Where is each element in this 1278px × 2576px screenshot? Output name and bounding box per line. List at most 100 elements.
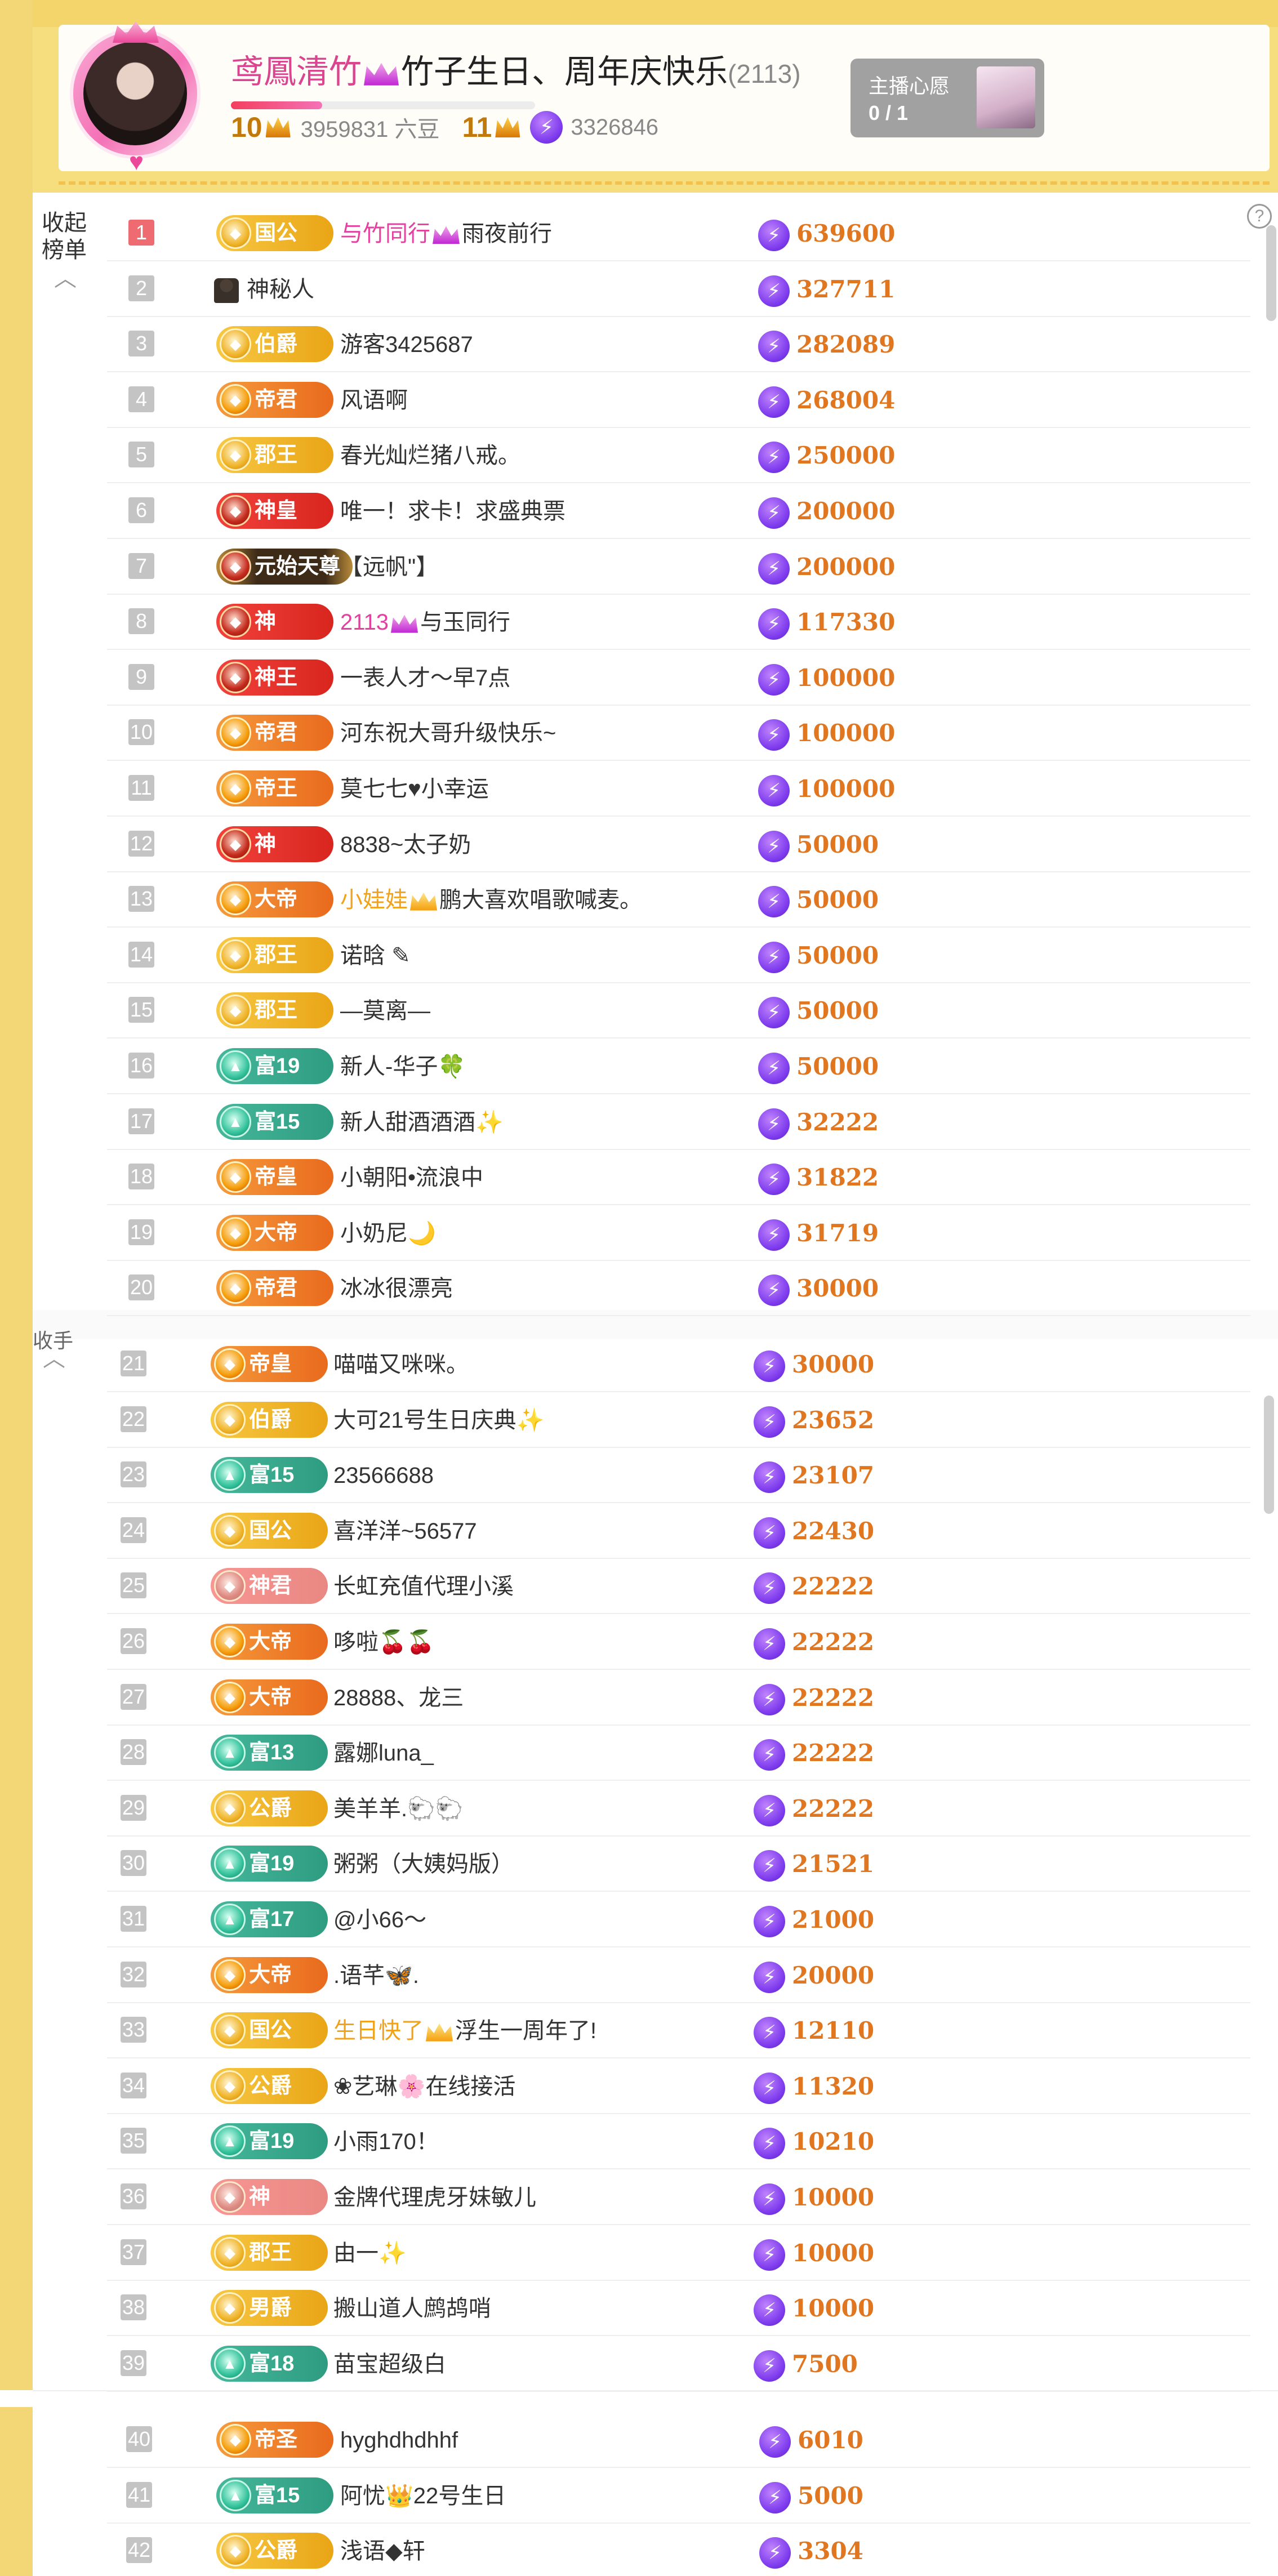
noble-badge[interactable]: ◆ 帝王 <box>216 770 333 806</box>
noble-badge[interactable]: ◆ 神皇 <box>216 493 333 529</box>
ranking-row[interactable]: 42 ◆ 公爵 浅语◆轩 ⚡ 3304 <box>107 2524 1250 2576</box>
noble-badge[interactable]: ◆ 神 <box>211 2179 328 2215</box>
ranking-row[interactable]: 23 ▲ 富15 23566688 ⚡ 23107 <box>107 1448 1250 1504</box>
ranking-row[interactable]: 36 ◆ 神金牌代理虎牙妹敏儿 ⚡ 10000 <box>107 2170 1250 2225</box>
noble-badge[interactable]: ◆ 男爵 <box>211 2290 328 2327</box>
noble-badge[interactable]: ◆ 国公 <box>216 215 333 251</box>
user-name[interactable]: 喜洋洋~56577 <box>333 1504 477 1559</box>
ranking-row[interactable]: 37 ◆ 郡王 由一✨ ⚡ 10000 <box>107 2226 1250 2281</box>
ranking-row[interactable]: 41 ▲ 富15 阿忧👑22号生日 ⚡ 5000 <box>107 2468 1250 2524</box>
user-name[interactable]: hyghdhdhhf <box>340 2413 458 2468</box>
noble-badge[interactable]: ◆ 大帝 <box>216 1214 333 1251</box>
user-name[interactable]: 与竹同行 雨夜前行 <box>340 206 552 261</box>
user-name[interactable]: 生日快了 浮生一周年了! <box>333 2003 596 2058</box>
user-name[interactable]: 【远帆"】 <box>340 540 438 595</box>
user-name[interactable]: 23566688 <box>333 1448 434 1503</box>
noble-badge[interactable]: ▲ 富15 <box>216 1103 333 1140</box>
noble-badge[interactable]: ◆ 伯爵 <box>211 1401 328 1438</box>
user-name[interactable]: 新人-华子🍀 <box>340 1039 466 1094</box>
noble-badge[interactable]: ◆ 国公 <box>211 2012 328 2049</box>
ranking-row[interactable]: 9 ◆ 神王 一表人才～早7点 ⚡ 100000 <box>107 650 1250 706</box>
ranking-row[interactable]: 29 ◆ 公爵 美羊羊.🐑🐑 ⚡ 22222 <box>107 1781 1250 1837</box>
ranking-row[interactable]: 4 ◆ 帝君 风语啊 ⚡ 268004 <box>107 373 1250 428</box>
user-name[interactable]: 小奶尼🌙 <box>340 1206 436 1261</box>
noble-badge[interactable]: ◆ 公爵 <box>211 1790 328 1826</box>
noble-badge[interactable]: ◆ 神王 <box>216 659 333 696</box>
user-name[interactable]: 美羊羊.🐑🐑 <box>333 1781 464 1837</box>
user-name[interactable]: 长虹充值代理小溪 <box>333 1559 514 1614</box>
user-name[interactable]: 唯一！求卡！求盛典票 <box>340 484 565 539</box>
user-name[interactable]: 春光灿烂猪八戒。 <box>340 428 520 483</box>
noble-badge[interactable]: ▲ 富19 <box>216 1048 333 1084</box>
ranking-row[interactable]: 1 ◆ 国公 与竹同行 雨夜前行 ⚡ 639600 <box>107 206 1250 261</box>
noble-badge[interactable]: ◆ 元始天尊 <box>216 548 353 585</box>
ranking-row[interactable]: 39 ▲ 富18 苗宝超级白 ⚡ 7500 <box>107 2337 1250 2392</box>
noble-badge[interactable]: ▲ 富19 <box>211 1846 328 1882</box>
ranking-row[interactable]: 15 ◆ 郡王 —莫离— ⚡ 50000 <box>107 983 1250 1039</box>
user-name[interactable]: 28888、龙三 <box>333 1670 464 1726</box>
user-name[interactable]: 金牌代理虎牙妹敏儿 <box>333 2170 536 2225</box>
noble-badge[interactable]: ◆ 公爵 <box>211 2067 328 2104</box>
user-name[interactable]: 冰冰很漂亮 <box>340 1261 453 1316</box>
noble-badge[interactable]: ▲ 富15 <box>211 1457 328 1494</box>
noble-badge[interactable]: ◆ 神 <box>216 826 333 862</box>
user-name[interactable]: 小雨170！ <box>333 2114 439 2169</box>
ranking-row[interactable]: 24 ◆ 国公 喜洋洋~56577 ⚡ 22430 <box>107 1504 1250 1559</box>
ranking-row[interactable]: 19 ◆ 大帝 小奶尼🌙 ⚡ 31719 <box>107 1206 1250 1261</box>
ranking-row[interactable]: 21 ◆ 帝皇 喵喵又咪咪。 ⚡ 30000 <box>107 1337 1250 1392</box>
noble-badge[interactable]: ◆ 郡王 <box>216 992 333 1029</box>
noble-badge[interactable]: ◆ 神 <box>216 604 333 640</box>
ranking-row[interactable]: 33 ◆ 国公 生日快了 浮生一周年了! ⚡ 12110 <box>107 2003 1250 2059</box>
noble-badge[interactable]: ◆ 神君 <box>211 1568 328 1605</box>
ranking-row[interactable]: 8 ◆ 神 2113 与玉同行 ⚡ 117330 <box>107 595 1250 650</box>
ranking-row[interactable]: 10 ◆ 帝君 河东祝大哥升级快乐~ ⚡ 100000 <box>107 706 1250 761</box>
noble-badge[interactable]: ◆ 伯爵 <box>216 326 333 363</box>
user-name[interactable]: 阿忧👑22号生日 <box>340 2468 506 2524</box>
ranking-row[interactable]: 7 ◆ 元始天尊 【远帆"】 ⚡ 200000 <box>107 540 1250 595</box>
user-name[interactable]: 2113 与玉同行 <box>340 595 510 650</box>
noble-badge[interactable]: ▲ 富18 <box>211 2345 328 2382</box>
noble-badge[interactable]: ◆ 帝君 <box>216 1270 333 1307</box>
noble-badge[interactable]: ◆ 郡王 <box>216 437 333 474</box>
ranking-row[interactable]: 12 ◆ 神 8838~太子奶 ⚡ 50000 <box>107 817 1250 872</box>
user-name[interactable]: 莫七七♥小幸运 <box>340 761 489 817</box>
user-name[interactable]: @小66～ <box>333 1892 426 1947</box>
ranking-row[interactable]: 26 ◆ 大帝 哆啦🍒🍒 ⚡ 22222 <box>107 1615 1250 1670</box>
user-name[interactable]: 小朝阳•流浪中 <box>340 1150 483 1205</box>
ranking-row[interactable]: 16 ▲ 富19 新人-华子🍀 ⚡ 50000 <box>107 1039 1250 1094</box>
user-name[interactable]: 露娜luna_ <box>333 1726 434 1781</box>
noble-badge[interactable]: ◆ 郡王 <box>216 937 333 973</box>
ranking-row[interactable]: 17 ▲ 富15 新人甜酒酒酒✨ ⚡ 32222 <box>107 1095 1250 1150</box>
noble-badge[interactable]: ◆ 帝君 <box>216 715 333 751</box>
user-name[interactable]: ❀艺琳🌸在线接活 <box>333 2059 515 2114</box>
user-name[interactable]: 苗宝超级白 <box>333 2337 446 2392</box>
ranking-row[interactable]: 3 ◆ 伯爵 游客3425687 ⚡ 282089 <box>107 317 1250 373</box>
user-name[interactable]: 大可21号生日庆典✨ <box>333 1393 544 1448</box>
noble-badge[interactable]: ▲ 富13 <box>211 1735 328 1771</box>
user-name[interactable]: 诺晗 ✎ <box>340 928 411 983</box>
ranking-row[interactable]: 13 ◆ 大帝 小娃娃 鹏大喜欢唱歌喊麦。 ⚡ 50000 <box>107 872 1250 928</box>
user-name[interactable]: 粥粥（大姨妈版） <box>333 1837 514 1892</box>
ranking-row[interactable]: 34 ◆ 公爵 ❀艺琳🌸在线接活 ⚡ 11320 <box>107 2059 1250 2114</box>
user-name[interactable]: .语芊🦋. <box>333 1948 419 2003</box>
noble-badge[interactable]: ▲ 富19 <box>211 2123 328 2160</box>
noble-badge[interactable]: ◆ 帝皇 <box>216 1159 333 1196</box>
ranking-row[interactable]: 38 ◆ 男爵 搬山道人鹧鸪哨 ⚡ 10000 <box>107 2281 1250 2337</box>
ranking-row[interactable]: 22 ◆ 伯爵 大可21号生日庆典✨ ⚡ 23652 <box>107 1393 1250 1448</box>
ranking-row[interactable]: 27 ◆ 大帝 28888、龙三 ⚡ 22222 <box>107 1670 1250 1726</box>
noble-badge[interactable]: ▲ 富17 <box>211 1901 328 1937</box>
user-name[interactable]: 8838~太子奶 <box>340 817 471 872</box>
user-name[interactable]: 喵喵又咪咪。 <box>333 1337 469 1392</box>
user-name[interactable]: 河东祝大哥升级快乐~ <box>340 706 556 761</box>
ranking-row[interactable]: 14 ◆ 郡王 诺晗 ✎ ⚡ 50000 <box>107 928 1250 983</box>
noble-badge[interactable]: ◆ 郡王 <box>211 2234 328 2271</box>
ranking-row[interactable]: 28 ▲ 富13 露娜luna_ ⚡ 22222 <box>107 1726 1250 1781</box>
ranking-row[interactable]: 40 ◆ 帝圣 hyghdhdhhf ⚡ 6010 <box>107 2413 1250 2468</box>
ranking-row[interactable]: 11 ◆ 帝王 莫七七♥小幸运 ⚡ 100000 <box>107 761 1250 817</box>
noble-badge[interactable]: ◆ 公爵 <box>216 2533 333 2569</box>
ranking-row[interactable]: 2 神秘人 ⚡ 327711 <box>107 262 1250 317</box>
noble-badge[interactable]: ◆ 大帝 <box>216 881 333 918</box>
ranking-row[interactable]: 20 ◆ 帝君 冰冰很漂亮 ⚡ 30000 <box>107 1261 1250 1317</box>
user-name[interactable]: —莫离— <box>340 983 430 1039</box>
user-name[interactable]: 风语啊 <box>340 373 408 428</box>
